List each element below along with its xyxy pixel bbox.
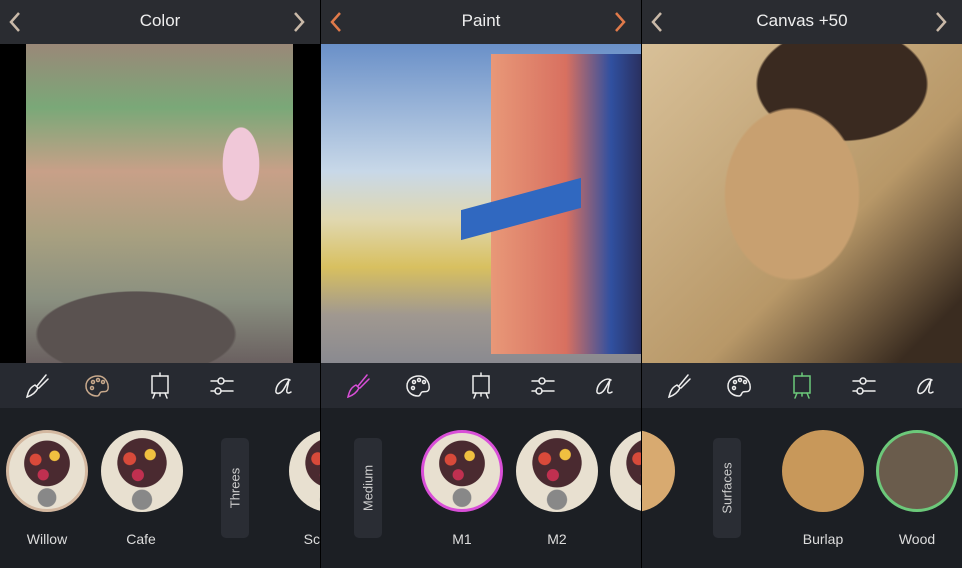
forward-button[interactable] <box>605 0 635 44</box>
chevron-left-icon <box>9 12 20 32</box>
forward-button[interactable] <box>284 0 314 44</box>
surface-picker: Surfaces Burlap Wood <box>642 408 962 568</box>
easel-icon[interactable] <box>143 369 177 403</box>
panel-title: Canvas +50 <box>756 11 848 30</box>
sliders-icon[interactable] <box>205 369 239 403</box>
chevron-left-icon <box>330 12 341 32</box>
toolbar <box>321 363 641 408</box>
script-a-icon[interactable] <box>908 369 942 403</box>
header: Canvas +50 <box>642 0 962 44</box>
preview-image[interactable] <box>642 44 962 363</box>
style-thumb-cafe[interactable] <box>101 430 183 512</box>
easel-icon[interactable] <box>464 369 498 403</box>
back-button[interactable] <box>321 0 351 44</box>
brush-icon[interactable] <box>20 369 54 403</box>
chevron-right-icon <box>936 12 947 32</box>
style-picker: Willow Cafe Threes Sc <box>0 408 320 568</box>
surface-thumb[interactable] <box>642 430 675 512</box>
brush-icon[interactable] <box>662 369 696 403</box>
header: Paint <box>321 0 641 44</box>
palette-icon[interactable] <box>402 369 436 403</box>
palette-icon[interactable] <box>723 369 757 403</box>
sliders-icon[interactable] <box>526 369 560 403</box>
chevron-right-icon <box>615 12 626 32</box>
section-label: Threes <box>227 467 243 509</box>
section-label: Medium <box>360 464 376 512</box>
script-a-icon[interactable] <box>587 369 621 403</box>
sliders-icon[interactable] <box>847 369 881 403</box>
panel-canvas: Canvas +50 Surfaces Burlap Wood <box>642 0 962 568</box>
style-label: M1 <box>452 531 472 547</box>
brush-icon[interactable] <box>341 369 375 403</box>
style-picker: Medium M1 M2 <box>321 408 641 568</box>
style-thumb-willow[interactable] <box>6 430 88 512</box>
style-thumb[interactable] <box>289 430 320 512</box>
script-a-icon[interactable] <box>266 369 300 403</box>
preview-image[interactable] <box>321 44 641 363</box>
style-label: Willow <box>26 531 68 547</box>
style-label: Sc <box>303 531 320 547</box>
section-tab[interactable]: Medium <box>354 438 382 538</box>
panel-paint: Paint Medium M1 M2 <box>321 0 641 568</box>
style-label: Cafe <box>126 531 156 547</box>
header: Color <box>0 0 320 44</box>
section-tab[interactable]: Threes <box>221 438 249 538</box>
surface-thumb-wood[interactable] <box>876 430 958 512</box>
panel-title: Paint <box>461 11 501 30</box>
back-button[interactable] <box>642 0 672 44</box>
surface-thumb-burlap[interactable] <box>782 430 864 512</box>
panel-title: Color <box>139 11 181 30</box>
palette-icon[interactable] <box>81 369 115 403</box>
chevron-left-icon <box>651 12 662 32</box>
toolbar <box>0 363 320 408</box>
surface-label: Burlap <box>802 531 844 547</box>
style-thumb[interactable] <box>610 430 641 512</box>
surface-label: Wood <box>898 531 936 547</box>
section-label: Surfaces <box>719 462 735 514</box>
back-button[interactable] <box>0 0 30 44</box>
easel-icon[interactable] <box>785 369 819 403</box>
style-label: M2 <box>547 531 567 547</box>
style-thumb-m2[interactable] <box>516 430 598 512</box>
toolbar <box>642 363 962 408</box>
section-tab[interactable]: Surfaces <box>713 438 741 538</box>
style-thumb-m1[interactable] <box>421 430 503 512</box>
chevron-right-icon <box>294 12 305 32</box>
forward-button[interactable] <box>926 0 956 44</box>
preview-image[interactable] <box>0 44 320 363</box>
panel-color: Color Willow Cafe Threes Sc <box>0 0 320 568</box>
